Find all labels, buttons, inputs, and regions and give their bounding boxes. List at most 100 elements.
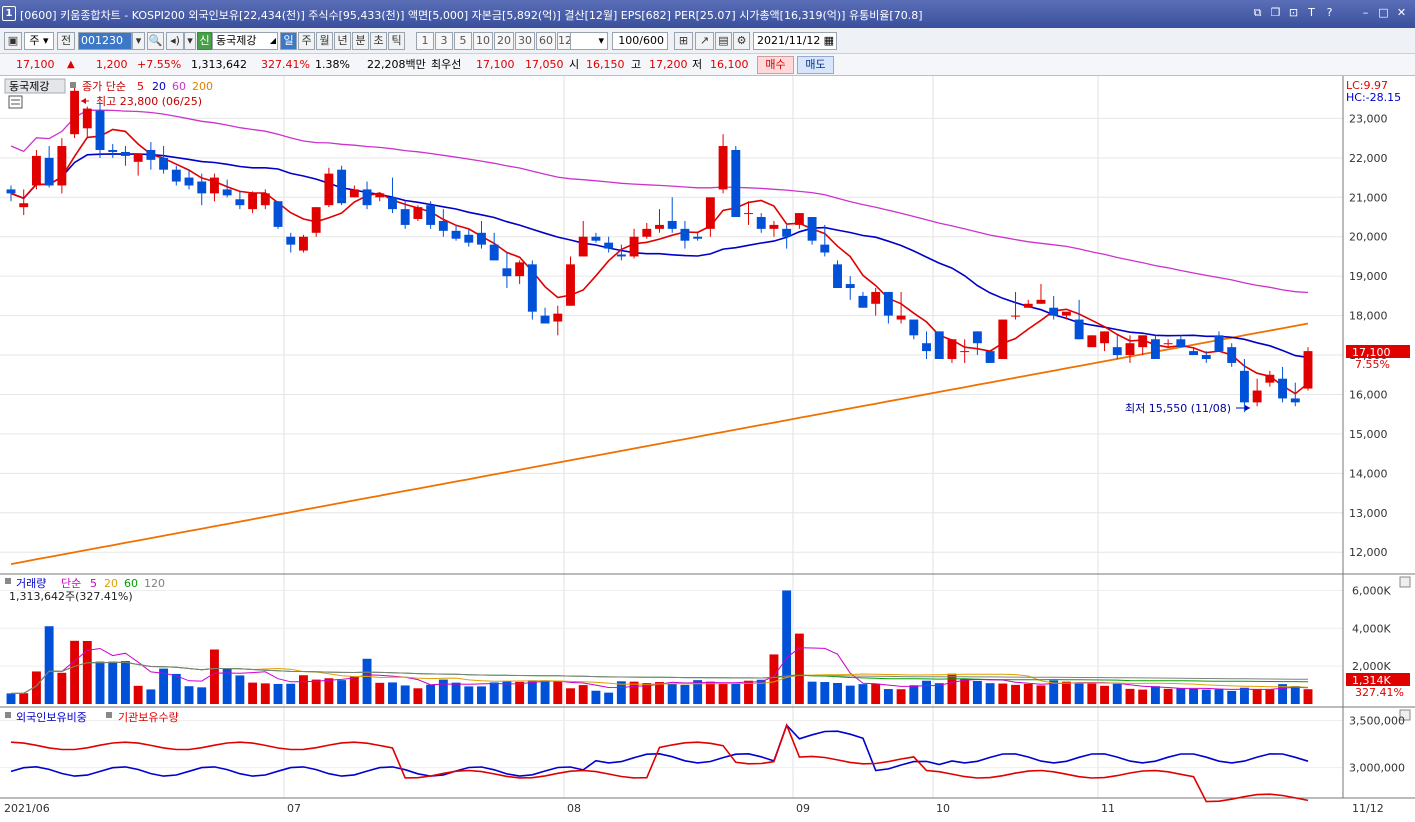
volume-bar (553, 680, 563, 704)
period-button-5[interactable]: 초 (370, 32, 387, 50)
trade-amount: 22,208백만 (367, 58, 426, 71)
vol-legend-ma60[interactable]: 60 (124, 577, 138, 590)
code-dropdown-icon[interactable]: ▾ (132, 32, 145, 50)
interval-button-30[interactable]: 30 (515, 32, 535, 50)
volume-tick-label: 2,000K (1352, 660, 1391, 673)
candle-body (566, 264, 575, 306)
candle-body (591, 236, 601, 241)
price-panel-name[interactable]: 동국제강 (9, 80, 49, 93)
period-button-2[interactable]: 월 (316, 32, 333, 50)
volume-bar (794, 633, 804, 704)
volume-bar (133, 685, 143, 704)
vol-legend-ma120[interactable]: 120 (144, 577, 165, 590)
candle-body (133, 153, 143, 162)
link-icon[interactable]: ⧉ (1250, 5, 1265, 20)
buy-button[interactable]: 매수 (757, 56, 794, 74)
volume-bar (782, 590, 792, 704)
vol-legend-ma5[interactable]: 5 (90, 577, 97, 590)
chart-menu-icon[interactable]: ▣ (4, 32, 22, 50)
legend-ma20[interactable]: 20 (152, 80, 166, 93)
vol-legend-ma20[interactable]: 20 (104, 577, 118, 590)
volume-bar (260, 683, 270, 704)
stock-name-field[interactable]: 동국제강 ◢ (212, 32, 278, 50)
gear-icon[interactable]: ⚙ (733, 32, 750, 50)
volume-bar (184, 686, 194, 704)
custom-interval-select[interactable]: ▾ (570, 32, 608, 50)
candle-body (82, 108, 92, 129)
text-size-icon[interactable]: T (1304, 5, 1319, 20)
volume-bar (489, 682, 499, 704)
foreign-ratio-line (10, 723, 1309, 777)
period-select[interactable]: 주 ▾ (24, 32, 54, 50)
candle-body (1278, 378, 1288, 399)
save-icon[interactable]: ▤ (715, 32, 732, 50)
volume-bar (222, 668, 232, 704)
candle-body (680, 228, 690, 241)
volume-bar (349, 676, 359, 704)
minimize-icon[interactable]: – (1358, 5, 1373, 20)
chart-area[interactable]: 동국제강 종가 단순 5 20 60 200 LC:9.97 HC:-28.15… (0, 76, 1415, 822)
restore-icon[interactable]: ❐ (1268, 5, 1283, 20)
period-button-6[interactable]: 틱 (388, 32, 405, 50)
low-annotation: 최저 15,550 (11/08) (1125, 402, 1250, 415)
candle-body (413, 207, 423, 219)
candle-body (934, 331, 944, 359)
volume-panel-name[interactable]: 거래량 (16, 577, 46, 590)
volume-bar (591, 690, 601, 704)
period-button-0[interactable]: 일 (280, 32, 297, 50)
institution-panel-name[interactable]: 기관보유수량 (118, 711, 179, 724)
search-icon[interactable]: 🔍 (147, 32, 164, 50)
volume-bar (604, 692, 614, 704)
period-button-3[interactable]: 년 (334, 32, 351, 50)
period-button-4[interactable]: 분 (352, 32, 369, 50)
candle-body (883, 291, 893, 316)
hc-label: HC:-28.15 (1346, 91, 1401, 104)
date-label: 07 (287, 802, 301, 815)
new-badge: 신 (197, 32, 212, 50)
legend-ma5[interactable]: 5 (137, 80, 144, 93)
interval-button-20[interactable]: 20 (494, 32, 514, 50)
interval-button-5[interactable]: 5 (454, 32, 472, 50)
volume-bar (6, 693, 16, 704)
volume-bar (769, 654, 779, 704)
interval-button-1[interactable]: 1 (416, 32, 434, 50)
sell-button[interactable]: 매도 (797, 56, 834, 74)
date-input[interactable]: 2021/11/12 ▦ (753, 32, 837, 50)
candle-body (858, 295, 868, 308)
maximize-icon[interactable]: □ (1376, 5, 1391, 20)
interval-button-3[interactable]: 3 (435, 32, 453, 50)
low-label: 저 (692, 58, 703, 71)
calendar-icon[interactable]: ▦ (824, 33, 834, 49)
volume-legend-ma[interactable]: 단순 (61, 577, 81, 590)
chart-settings-icon[interactable]: ⊞ (674, 32, 693, 50)
draw-tool-icon[interactable]: ↗ (695, 32, 714, 50)
count-input[interactable]: 100/600 (612, 32, 668, 50)
prev-button[interactable]: 전 (57, 32, 75, 50)
volume-panel-menu-icon[interactable] (1399, 576, 1411, 588)
sound-icon[interactable]: ◂) (166, 32, 184, 50)
turnover-rate: 1.38% (315, 58, 350, 71)
volume-bar (998, 683, 1008, 704)
help-icon[interactable]: ? (1322, 5, 1337, 20)
volume-bar (807, 681, 817, 704)
legend-ma200[interactable]: 200 (192, 80, 213, 93)
candle-body (1239, 370, 1249, 403)
volume-bar (718, 683, 728, 704)
candle-body (1049, 307, 1059, 316)
interval-button-60[interactable]: 60 (536, 32, 556, 50)
sound-dropdown-icon[interactable]: ▾ (184, 32, 196, 50)
candle-body (1290, 398, 1300, 403)
data-table-icon[interactable] (8, 95, 23, 109)
price-change: 1,200 (96, 58, 128, 71)
interval-button-10[interactable]: 10 (473, 32, 493, 50)
legend-ma60[interactable]: 60 (172, 80, 186, 93)
volume-bar (655, 682, 664, 704)
pin-icon[interactable]: ⊡ (1286, 5, 1301, 20)
period-button-1[interactable]: 주 (298, 32, 315, 50)
candle-body (502, 268, 512, 277)
close-icon[interactable]: ✕ (1394, 5, 1409, 20)
code-input[interactable]: 001230 (78, 32, 132, 50)
volume-bar (324, 678, 334, 704)
legend-close[interactable]: 종가 단순 (82, 80, 126, 93)
foreign-panel-name[interactable]: 외국인보유비중 (16, 711, 87, 724)
